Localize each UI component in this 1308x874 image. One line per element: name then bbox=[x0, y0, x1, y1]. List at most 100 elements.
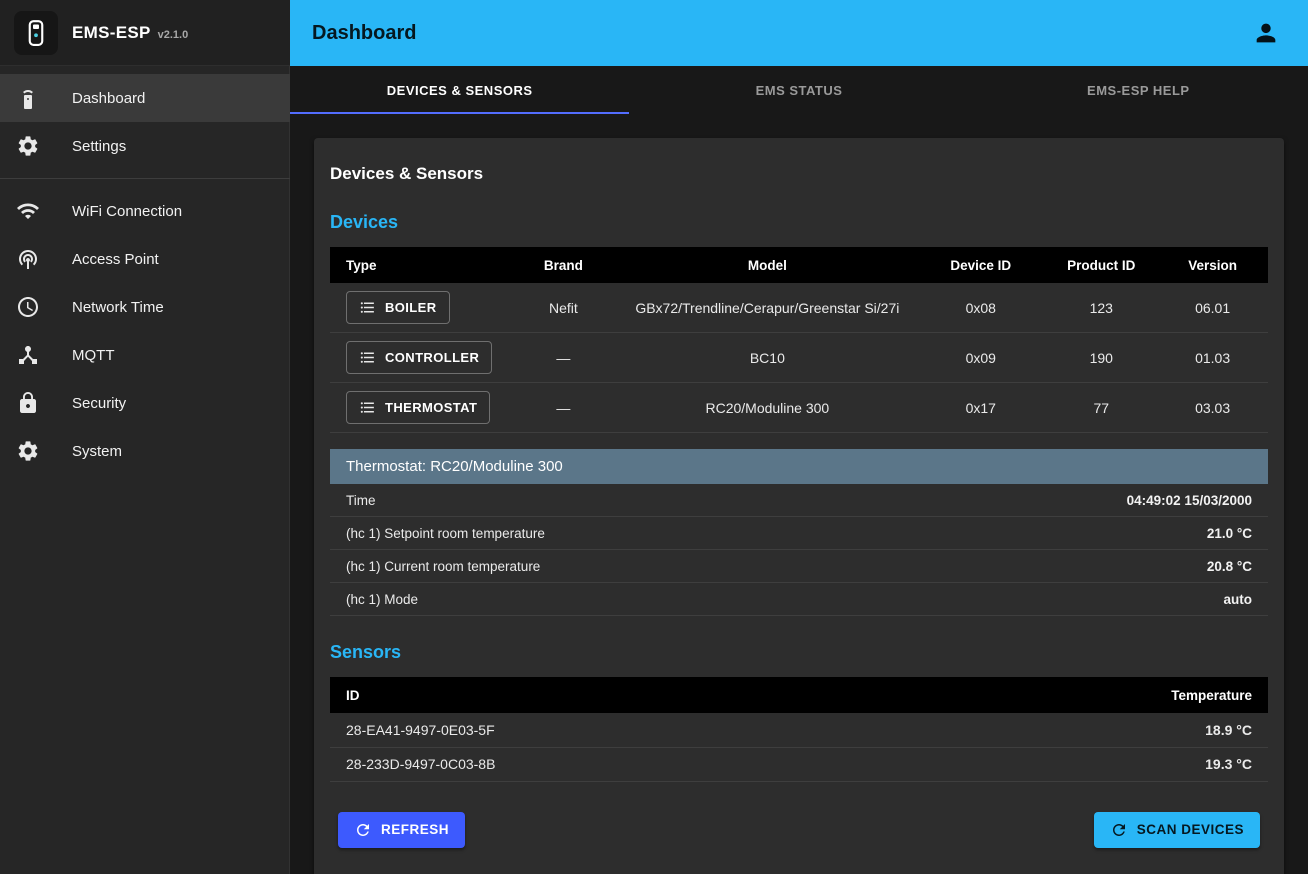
device-brand: Nefit bbox=[508, 283, 618, 333]
tab-devices-sensors[interactable]: DEVICES & SENSORS bbox=[290, 66, 629, 114]
sensors-heading: Sensors bbox=[330, 642, 1268, 663]
lock-icon bbox=[16, 391, 40, 415]
sensor-temperature: 19.3 °C bbox=[908, 747, 1268, 781]
sidebar-item-label: MQTT bbox=[72, 347, 115, 364]
device-type-button-controller[interactable]: CONTROLLER bbox=[346, 341, 492, 374]
tab-bar: DEVICES & SENSORS EMS STATUS EMS-ESP HEL… bbox=[290, 66, 1308, 114]
scan-devices-button-label: SCAN DEVICES bbox=[1137, 822, 1244, 837]
scan-devices-button[interactable]: SCAN DEVICES bbox=[1094, 812, 1260, 848]
col-device-id: Device ID bbox=[916, 247, 1045, 283]
detail-label: (hc 1) Mode bbox=[346, 592, 418, 607]
sidebar-divider bbox=[0, 178, 290, 179]
sensor-row: 28-EA41-9497-0E03-5F 18.9 °C bbox=[330, 713, 1268, 747]
devices-table-header: Type Brand Model Device ID Product ID Ve… bbox=[330, 247, 1268, 283]
app-window: EMS-ESP v2.1.0 Dashboard Settings bbox=[0, 0, 1308, 874]
refresh-button[interactable]: REFRESH bbox=[338, 812, 465, 848]
gear-icon bbox=[16, 439, 40, 463]
device-id: 0x08 bbox=[916, 283, 1045, 333]
ems-esp-device-icon bbox=[21, 18, 51, 48]
detail-value: 04:49:02 15/03/2000 bbox=[1127, 493, 1252, 508]
device-row: CONTROLLER — BC10 0x09 190 01.03 bbox=[330, 333, 1268, 383]
device-id: 0x09 bbox=[916, 333, 1045, 383]
device-type-button-thermostat[interactable]: THERMOSTAT bbox=[346, 391, 490, 424]
device-id: 0x17 bbox=[916, 383, 1045, 433]
col-model: Model bbox=[618, 247, 916, 283]
device-hub-icon bbox=[16, 343, 40, 367]
device-product-id: 190 bbox=[1045, 333, 1157, 383]
app-logo bbox=[14, 11, 58, 55]
person-icon bbox=[1252, 19, 1280, 47]
col-product-id: Product ID bbox=[1045, 247, 1157, 283]
wifi-icon bbox=[16, 199, 40, 223]
sidebar-item-network-time[interactable]: Network Time bbox=[0, 283, 290, 331]
list-icon bbox=[359, 399, 376, 416]
device-version: 01.03 bbox=[1157, 333, 1268, 383]
app-title-block: EMS-ESP v2.1.0 bbox=[72, 23, 188, 43]
app-title: EMS-ESP bbox=[72, 23, 151, 42]
device-detail-header: Thermostat: RC20/Moduline 300 bbox=[330, 449, 1268, 484]
detail-label: (hc 1) Current room temperature bbox=[346, 559, 540, 574]
device-brand: — bbox=[508, 383, 618, 433]
device-product-id: 77 bbox=[1045, 383, 1157, 433]
sidebar-item-security[interactable]: Security bbox=[0, 379, 290, 427]
detail-row: Time 04:49:02 15/03/2000 bbox=[330, 484, 1268, 517]
tab-ems-status[interactable]: EMS STATUS bbox=[629, 66, 968, 114]
list-icon bbox=[359, 299, 376, 316]
col-version: Version bbox=[1157, 247, 1268, 283]
sensor-temperature: 18.9 °C bbox=[908, 713, 1268, 747]
device-model: BC10 bbox=[618, 333, 916, 383]
col-type: Type bbox=[330, 247, 508, 283]
tab-ems-esp-help[interactable]: EMS-ESP HELP bbox=[969, 66, 1308, 114]
col-temperature: Temperature bbox=[908, 677, 1268, 713]
sensors-table-header: ID Temperature bbox=[330, 677, 1268, 713]
device-brand: — bbox=[508, 333, 618, 383]
device-version: 06.01 bbox=[1157, 283, 1268, 333]
sidebar-item-label: System bbox=[72, 443, 122, 460]
content-area: Devices & Sensors Devices Type Brand Mod… bbox=[290, 114, 1308, 874]
sidebar-item-wifi-connection[interactable]: WiFi Connection bbox=[0, 187, 290, 235]
device-type-label: CONTROLLER bbox=[385, 350, 479, 365]
detail-row: (hc 1) Mode auto bbox=[330, 583, 1268, 616]
device-type-label: BOILER bbox=[385, 300, 437, 315]
sidebar: EMS-ESP v2.1.0 Dashboard Settings bbox=[0, 0, 290, 874]
detail-label: (hc 1) Setpoint room temperature bbox=[346, 526, 545, 541]
account-button[interactable] bbox=[1246, 13, 1286, 53]
sensor-row: 28-233D-9497-0C03-8B 19.3 °C bbox=[330, 747, 1268, 781]
col-brand: Brand bbox=[508, 247, 618, 283]
app-version: v2.1.0 bbox=[158, 29, 189, 41]
sidebar-item-settings[interactable]: Settings bbox=[0, 122, 290, 170]
sidebar-item-system[interactable]: System bbox=[0, 427, 290, 475]
device-version: 03.03 bbox=[1157, 383, 1268, 433]
refresh-icon bbox=[354, 821, 372, 839]
sidebar-item-label: Access Point bbox=[72, 251, 159, 268]
detail-value: 20.8 °C bbox=[1207, 559, 1252, 574]
sidebar-item-mqtt[interactable]: MQTT bbox=[0, 331, 290, 379]
sidebar-item-dashboard[interactable]: Dashboard bbox=[0, 74, 290, 122]
device-type-label: THERMOSTAT bbox=[385, 400, 477, 415]
refresh-button-label: REFRESH bbox=[381, 822, 449, 837]
device-product-id: 123 bbox=[1045, 283, 1157, 333]
device-type-button-boiler[interactable]: BOILER bbox=[346, 291, 450, 324]
sidebar-item-access-point[interactable]: Access Point bbox=[0, 235, 290, 283]
sensor-id: 28-EA41-9497-0E03-5F bbox=[330, 713, 908, 747]
detail-row: (hc 1) Current room temperature 20.8 °C bbox=[330, 550, 1268, 583]
access-point-icon bbox=[16, 247, 40, 271]
main-area: Dashboard DEVICES & SENSORS EMS STATUS E… bbox=[290, 0, 1308, 874]
sidebar-item-label: WiFi Connection bbox=[72, 203, 182, 220]
devices-heading: Devices bbox=[330, 212, 1268, 233]
devices-sensors-card: Devices & Sensors Devices Type Brand Mod… bbox=[314, 138, 1284, 874]
device-model: GBx72/Trendline/Cerapur/Greenstar Si/27i bbox=[618, 283, 916, 333]
page-title: Dashboard bbox=[312, 22, 416, 45]
devices-table: Type Brand Model Device ID Product ID Ve… bbox=[330, 247, 1268, 433]
device-detail-list: Time 04:49:02 15/03/2000 (hc 1) Setpoint… bbox=[330, 484, 1268, 616]
detail-row: (hc 1) Setpoint room temperature 21.0 °C bbox=[330, 517, 1268, 550]
detail-label: Time bbox=[346, 493, 376, 508]
sidebar-item-label: Security bbox=[72, 395, 126, 412]
app-bar: Dashboard bbox=[290, 0, 1308, 66]
card-title: Devices & Sensors bbox=[330, 164, 1268, 184]
clock-icon bbox=[16, 295, 40, 319]
sidebar-header: EMS-ESP v2.1.0 bbox=[0, 0, 290, 66]
dashboard-device-icon bbox=[16, 86, 40, 110]
sidebar-nav: Dashboard Settings WiFi Connection Acc bbox=[0, 66, 290, 475]
sidebar-item-label: Settings bbox=[72, 138, 126, 155]
